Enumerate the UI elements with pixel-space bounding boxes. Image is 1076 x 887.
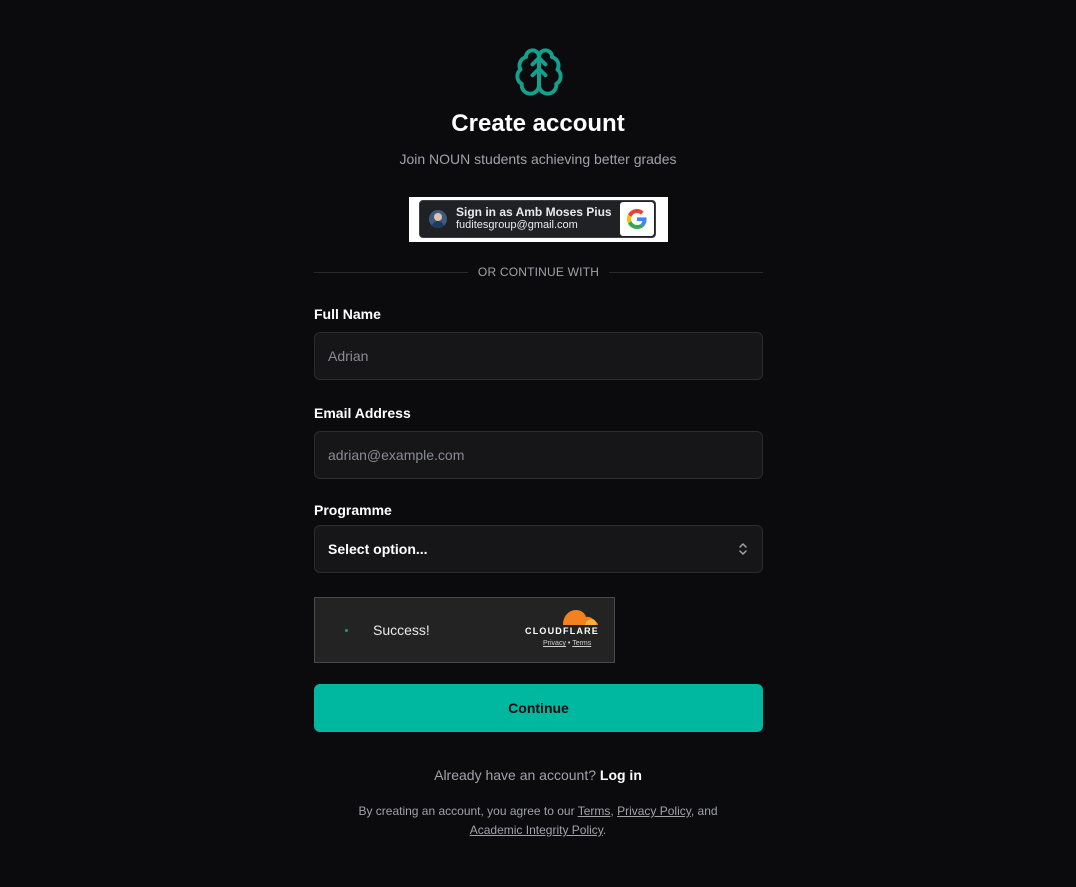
continue-button[interactable]: Continue <box>314 684 763 732</box>
page-title: Create account <box>451 110 625 137</box>
programme-select[interactable]: Select option... <box>314 525 763 573</box>
chevron-updown-icon <box>739 543 747 555</box>
google-signin-button[interactable]: Sign in as Amb Moses Pius fuditesgroup@g… <box>419 200 656 238</box>
google-signin-text: Sign in as Amb Moses Pius fuditesgroup@g… <box>456 206 620 232</box>
avatar <box>429 210 447 228</box>
legal-comma: , <box>610 804 614 818</box>
legal-and: , and <box>690 804 718 818</box>
captcha-privacy-link[interactable]: Privacy <box>543 640 566 647</box>
success-dot-icon <box>345 629 348 632</box>
divider-text: OR CONTINUE WITH <box>477 265 600 279</box>
google-account-email: fuditesgroup@gmail.com <box>456 219 578 231</box>
or-divider: OR CONTINUE WITH <box>314 263 764 281</box>
cloudflare-wordmark: CLOUDFLARE <box>525 626 599 636</box>
page-subtitle: Join NOUN students achieving better grad… <box>399 151 677 167</box>
divider-line <box>314 271 468 273</box>
login-prompt-text: Already have an account? <box>434 767 596 783</box>
google-g-icon <box>620 202 654 236</box>
legal-period: . <box>602 823 607 837</box>
full-name-input[interactable] <box>314 332 763 380</box>
captcha-terms-link[interactable]: Terms <box>572 640 591 647</box>
email-input[interactable] <box>314 431 763 479</box>
programme-select-value: Select option... <box>328 541 428 557</box>
academic-integrity-link[interactable]: Academic Integrity Policy <box>470 823 603 837</box>
programme-label: Programme <box>314 502 392 518</box>
login-link[interactable]: Log in <box>600 767 642 783</box>
brain-icon <box>515 48 563 96</box>
privacy-policy-link[interactable]: Privacy Policy <box>617 804 691 818</box>
terms-link[interactable]: Terms <box>578 804 611 818</box>
google-signin-frame: Sign in as Amb Moses Pius fuditesgroup@g… <box>409 197 668 242</box>
cloudflare-cloud-icon <box>563 610 598 625</box>
google-account-name: Sign in as Amb Moses Pius <box>456 205 612 219</box>
login-prompt: Already have an account? Log in <box>0 767 1076 783</box>
full-name-label: Full Name <box>314 306 381 322</box>
email-label: Email Address <box>314 405 411 421</box>
captcha-status: Success! <box>373 622 430 638</box>
legal-notice: By creating an account, you agree to our… <box>0 802 1076 840</box>
captcha-widget: Success! CLOUDFLARE Privacy • Terms <box>314 597 615 663</box>
divider-line <box>609 271 764 273</box>
captcha-link-separator: • <box>567 640 571 647</box>
legal-prefix: By creating an account, you agree to our <box>358 804 575 818</box>
captcha-links: Privacy • Terms <box>543 640 591 647</box>
